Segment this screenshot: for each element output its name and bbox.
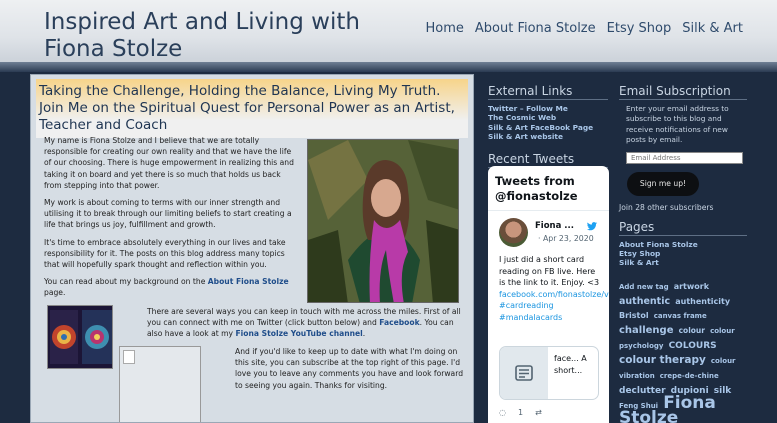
tag-link[interactable]: challenge <box>619 325 674 336</box>
main-content: Taking the Challenge, Holding the Balanc… <box>30 74 474 423</box>
pages-list: About Fiona Stolze Etsy Shop Silk & Art <box>619 240 747 268</box>
article-icon <box>515 365 533 381</box>
twitter-bird-icon[interactable] <box>586 221 598 232</box>
link-twitter[interactable]: Twitter – Follow Me <box>488 104 608 113</box>
tag-link[interactable]: authentic <box>619 296 670 307</box>
tag-cloud: Add new tag artwork authentic authentici… <box>619 278 747 423</box>
post-paragraph: My work is about coming to terms with ou… <box>44 198 292 230</box>
tag-link[interactable]: Fiona Stolze <box>619 393 716 423</box>
tag-link[interactable]: colour <box>679 326 705 335</box>
reply-icon[interactable]: ◌ <box>499 408 506 417</box>
portrait-photo <box>307 139 459 303</box>
twitter-timeline[interactable]: Tweets from @fionastolze Fiona ... · Apr… <box>488 166 609 423</box>
post-paragraph: And if you'd like to keep up to date wit… <box>235 347 464 390</box>
date-text: Apr 23, 2020 <box>542 234 594 243</box>
tag-link[interactable]: Add new tag <box>619 283 669 291</box>
text: page. <box>44 288 66 298</box>
card-thumbnail <box>500 347 548 399</box>
post-title[interactable]: Taking the Challenge, Holding the Balanc… <box>36 79 468 138</box>
avatar[interactable] <box>499 218 528 247</box>
mandala-cards-image[interactable] <box>47 305 113 369</box>
text: You can read about my background on the <box>44 277 208 287</box>
external-links-widget: External Links Twitter – Follow Me The C… <box>488 84 608 172</box>
email-description: Enter your email address to subscribe to… <box>626 104 729 145</box>
tweets-panel-title[interactable]: Tweets from @fionastolze <box>488 166 609 211</box>
reply-count: 1 <box>517 408 524 417</box>
post-paragraph: There are several ways you can keep in t… <box>147 306 469 340</box>
text: . <box>362 329 366 339</box>
tweet-author[interactable]: Fiona ... <box>535 221 574 231</box>
tag-link[interactable]: Bristol <box>619 311 649 320</box>
tag-link[interactable]: declutter <box>619 386 666 396</box>
tweet-hashtags[interactable]: #cardreading #mandalacards <box>499 301 562 322</box>
tag-link[interactable]: COLOURS <box>669 341 717 351</box>
post-paragraph: You can read about my background on the … <box>44 276 296 298</box>
site-title[interactable]: Inspired Art and Living with Fiona Stolz… <box>44 9 364 63</box>
card-text: face... A short... <box>554 354 587 375</box>
external-links-list: Twitter – Follow Me The Cosmic Web Silk … <box>488 104 608 142</box>
portrait-illustration <box>308 140 458 302</box>
tag-link[interactable]: silk <box>714 386 732 396</box>
tag-link[interactable]: colour therapy <box>619 354 706 366</box>
page-link-silk-art[interactable]: Silk & Art <box>619 258 747 267</box>
nav-etsy-shop[interactable]: Etsy Shop <box>607 21 672 36</box>
tweet-text: I just did a short card reading on FB li… <box>499 254 609 323</box>
post-paragraph: It's time to embrace absolutely everythi… <box>44 237 286 270</box>
main-nav: Home About Fiona Stolze Etsy Shop Silk &… <box>426 21 744 36</box>
tag-link[interactable]: crepe-de-chine <box>660 372 719 380</box>
link-cosmic-web[interactable]: The Cosmic Web <box>488 113 608 122</box>
nav-silk-art[interactable]: Silk & Art <box>682 21 743 36</box>
page-link-etsy[interactable]: Etsy Shop <box>619 249 747 258</box>
mandala-illustration <box>48 306 112 368</box>
page-link-about[interactable]: About Fiona Stolze <box>619 240 747 249</box>
date-separator: · <box>538 234 541 243</box>
nav-about[interactable]: About Fiona Stolze <box>475 21 596 36</box>
tweet-date[interactable]: · Apr 23, 2020 <box>538 234 594 243</box>
about-link[interactable]: About Fiona Stolze <box>208 277 289 286</box>
tag-link[interactable]: authenticity <box>675 297 730 306</box>
youtube-channel-link[interactable]: Fiona Stolze YouTube channel <box>235 329 362 338</box>
tweet-actions: ◌ 1 ⇄ <box>499 408 542 417</box>
tag-link[interactable]: artwork <box>674 282 709 291</box>
header-divider <box>0 62 777 72</box>
post-paragraph: My name is Fiona Stolze and I believe th… <box>44 136 294 190</box>
sign-up-button[interactable]: Sign me up! <box>627 171 699 196</box>
link-preview-card[interactable]: face... A short... <box>499 346 599 400</box>
facebook-link[interactable]: Facebook <box>379 318 419 327</box>
broken-image <box>119 346 201 422</box>
site-header: Inspired Art and Living with Fiona Stolz… <box>0 0 777 68</box>
external-links-heading: External Links <box>488 84 608 100</box>
subscriber-count: Join 28 other subscribers <box>619 202 714 212</box>
tag-link[interactable]: canvas frame <box>654 312 707 320</box>
email-field[interactable] <box>626 151 743 164</box>
email-subscription-widget: Email Subscription Enter your email addr… <box>619 84 747 423</box>
retweet-icon[interactable]: ⇄ <box>535 408 542 417</box>
link-silk-art-facebook[interactable]: Silk & Art FaceBook Page <box>488 123 608 132</box>
pages-heading: Pages <box>619 220 747 236</box>
tweet-link[interactable]: facebook.com/fionastolze/vi... <box>499 290 609 299</box>
email-subscription-heading: Email Subscription <box>619 84 747 100</box>
tweet-body: I just did a short card reading on FB li… <box>499 255 600 287</box>
link-silk-art-website[interactable]: Silk & Art website <box>488 132 608 141</box>
nav-home[interactable]: Home <box>426 21 464 36</box>
